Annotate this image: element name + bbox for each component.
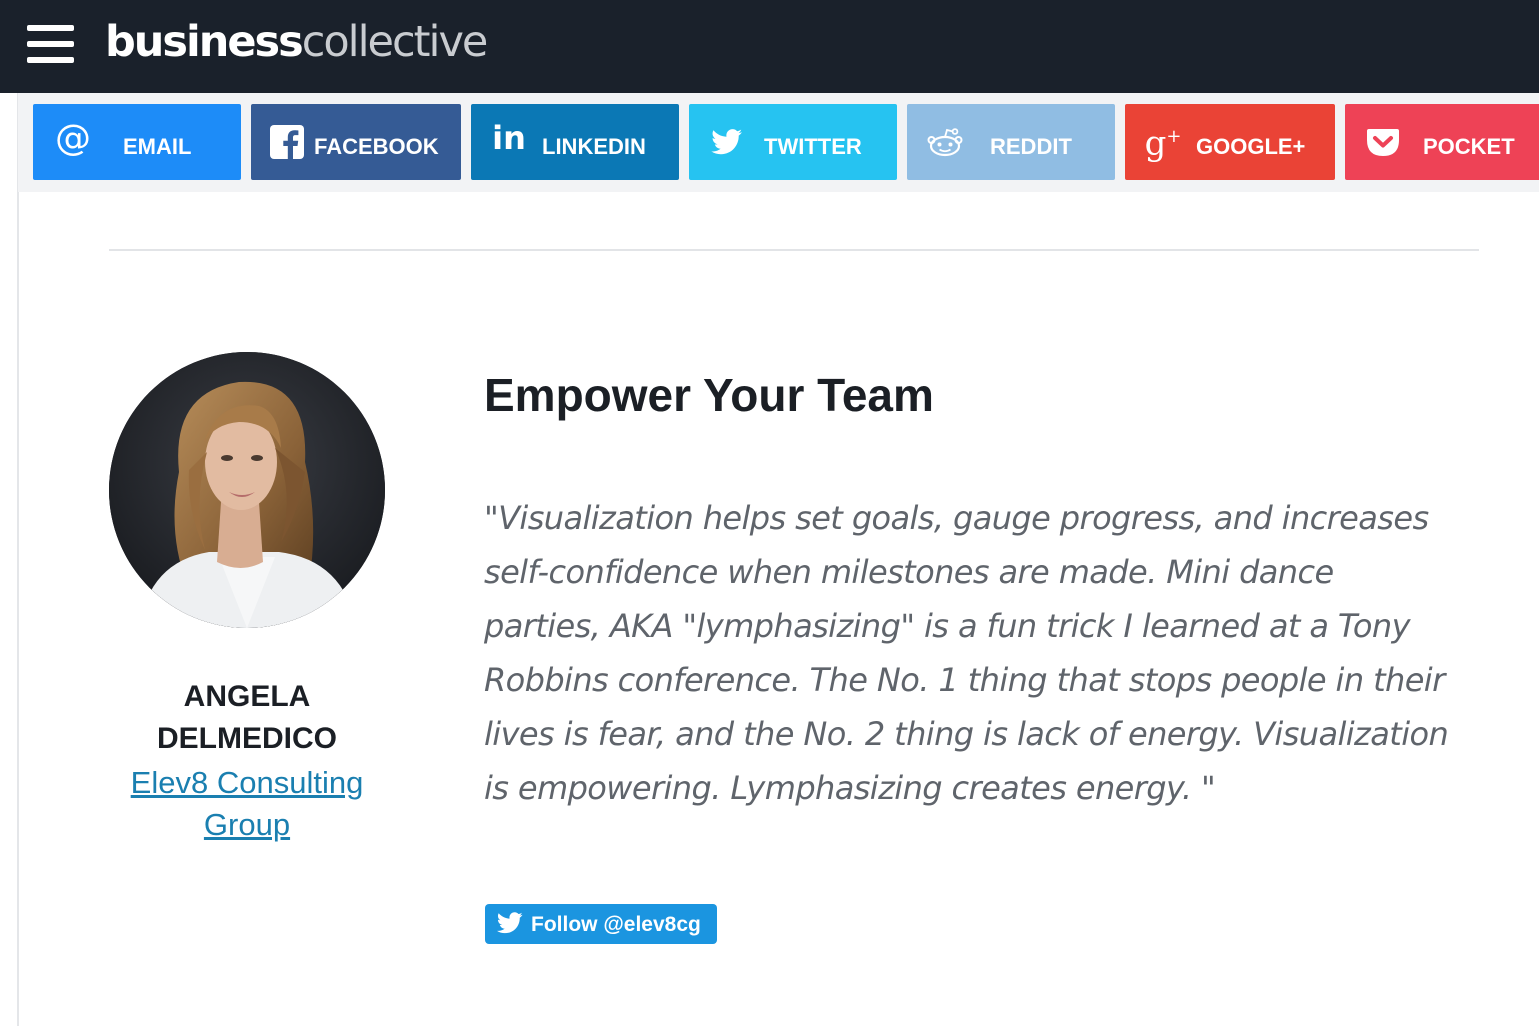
twitter-bird-icon [496, 912, 523, 940]
logo-light-text: collective [301, 17, 489, 67]
author-name: ANGELA DELMEDICO [157, 680, 337, 755]
linkedin-share-button[interactable]: in LINKEDIN [471, 104, 679, 180]
follow-button-label: Follow @elev8cg [531, 913, 701, 936]
at-sign-icon: @ [55, 118, 91, 159]
pocket-share-label: POCKET [1423, 134, 1515, 159]
facebook-share-button[interactable]: FACEBOOK [251, 104, 461, 180]
section-heading: Empower Your Team [484, 369, 934, 421]
twitter-follow-button[interactable]: Follow @elev8cg [485, 904, 717, 944]
pocket-icon [1363, 104, 1403, 180]
twitter-bird-icon [709, 104, 745, 180]
linkedin-icon: in [492, 119, 526, 157]
logo-bold-text: business [105, 17, 304, 67]
section-divider [109, 249, 1479, 251]
quote-text: "Visualization helps set goals, gauge pr… [484, 499, 1449, 807]
linkedin-share-label: LINKEDIN [542, 134, 646, 159]
facebook-icon [269, 104, 305, 180]
pocket-share-button[interactable]: POCKET [1345, 104, 1539, 180]
author-avatar [109, 352, 385, 628]
site-logo[interactable]: businesscollective [105, 16, 489, 68]
reddit-alien-icon [925, 104, 965, 180]
top-navigation-bar: businesscollective [0, 0, 1539, 93]
hamburger-menu-icon[interactable] [27, 25, 74, 63]
left-border [17, 93, 19, 1026]
reddit-share-label: REDDIT [990, 134, 1072, 159]
twitter-share-label: TWITTER [764, 134, 862, 159]
reddit-share-button[interactable]: REDDIT [907, 104, 1115, 180]
twitter-share-button[interactable]: TWITTER [689, 104, 897, 180]
email-share-button[interactable]: @ EMAIL [33, 104, 241, 180]
googleplus-share-label: GOOGLE+ [1196, 134, 1306, 159]
googleplus-share-button[interactable]: g+ GOOGLE+ [1125, 104, 1335, 180]
facebook-share-label: FACEBOOK [314, 134, 439, 159]
author-company-link[interactable]: Elev8 Consulting Group [109, 762, 385, 846]
google-plus-icon: g+ [1144, 123, 1182, 164]
email-share-label: EMAIL [123, 134, 192, 159]
